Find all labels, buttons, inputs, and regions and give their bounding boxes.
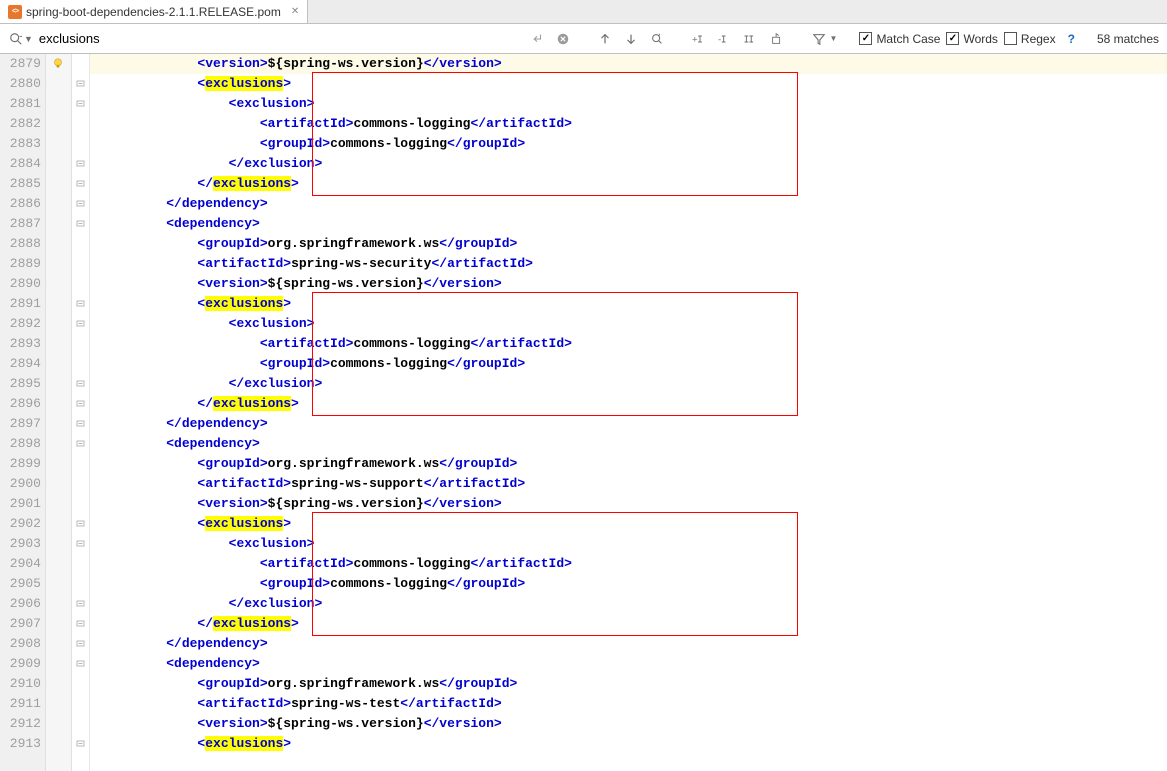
fold-handle-icon[interactable] <box>76 80 85 88</box>
code-line[interactable]: <artifactId>commons-logging</artifactId> <box>90 554 1167 574</box>
select-all-icon[interactable]: ⵊⵊ <box>741 29 761 49</box>
code-line[interactable]: </exclusion> <box>90 374 1167 394</box>
code-line[interactable]: <exclusion> <box>90 94 1167 114</box>
code-line[interactable]: <artifactId>spring-ws-test</artifactId> <box>90 694 1167 714</box>
regex-checkbox[interactable]: Regex <box>1004 32 1056 46</box>
fold-handle-icon[interactable] <box>76 640 85 648</box>
tab-title: spring-boot-dependencies-2.1.1.RELEASE.p… <box>26 5 281 19</box>
intention-bulb-icon[interactable] <box>46 54 71 74</box>
fold-handle-icon[interactable] <box>76 180 85 188</box>
fold-handle-icon[interactable] <box>76 600 85 608</box>
code-line[interactable]: <exclusions> <box>90 514 1167 534</box>
code-line[interactable]: </exclusions> <box>90 174 1167 194</box>
code-line[interactable]: </exclusion> <box>90 594 1167 614</box>
code-line[interactable]: <groupId>org.springframework.ws</groupId… <box>90 234 1167 254</box>
search-dropdown-icon[interactable]: ▼ <box>24 34 33 44</box>
fold-handle-icon[interactable] <box>76 420 85 428</box>
newline-icon[interactable] <box>527 29 547 49</box>
fold-handle-icon[interactable] <box>76 300 85 308</box>
code-line[interactable]: <version>${spring-ws.version}</version> <box>90 54 1167 74</box>
code-line[interactable]: <version>${spring-ws.version}</version> <box>90 494 1167 514</box>
code-line[interactable]: </exclusions> <box>90 614 1167 634</box>
code-line[interactable]: <exclusions> <box>90 294 1167 314</box>
words-checkbox[interactable]: Words <box>946 32 997 46</box>
code-line[interactable]: <version>${spring-ws.version}</version> <box>90 714 1167 734</box>
help-icon[interactable]: ? <box>1068 32 1075 46</box>
code-line[interactable]: <dependency> <box>90 654 1167 674</box>
code-line[interactable]: </dependency> <box>90 194 1167 214</box>
find-bar: ▼ +ⵊ -ⵊ ⵊⵊ ▼ Match Case Words Regex ? 58… <box>0 24 1167 54</box>
code-line[interactable]: <dependency> <box>90 434 1167 454</box>
fold-handle-icon[interactable] <box>76 540 85 548</box>
editor-tab[interactable]: spring-boot-dependencies-2.1.1.RELEASE.p… <box>0 0 308 23</box>
fold-handle-icon[interactable] <box>76 100 85 108</box>
code-line[interactable]: <groupId>commons-logging</groupId> <box>90 134 1167 154</box>
code-line[interactable]: </dependency> <box>90 634 1167 654</box>
fold-handle-icon[interactable] <box>76 620 85 628</box>
fold-handle-icon[interactable] <box>76 200 85 208</box>
fold-handle-icon[interactable] <box>76 400 85 408</box>
code-area[interactable]: <version>${spring-ws.version}</version> … <box>90 54 1167 771</box>
fold-handle-icon[interactable] <box>76 380 85 388</box>
code-line[interactable]: <groupId>org.springframework.ws</groupId… <box>90 674 1167 694</box>
close-icon[interactable]: ✕ <box>291 6 299 17</box>
remove-selection-icon[interactable]: -ⵊ <box>715 29 735 49</box>
fold-handle-icon[interactable] <box>76 520 85 528</box>
code-line[interactable]: <groupId>commons-logging</groupId> <box>90 574 1167 594</box>
pom-file-icon <box>8 5 22 19</box>
match-case-checkbox[interactable]: Match Case <box>859 32 940 46</box>
code-line[interactable]: </dependency> <box>90 414 1167 434</box>
fold-handle-icon[interactable] <box>76 660 85 668</box>
clear-icon[interactable] <box>553 29 573 49</box>
fold-handle-icon[interactable] <box>76 740 85 748</box>
match-count: 58 matches <box>1097 32 1159 46</box>
code-line[interactable]: <artifactId>commons-logging</artifactId> <box>90 114 1167 134</box>
search-help-icon[interactable] <box>647 29 667 49</box>
code-line[interactable]: <artifactId>commons-logging</artifactId> <box>90 334 1167 354</box>
export-icon[interactable] <box>767 29 787 49</box>
code-line[interactable]: <exclusions> <box>90 734 1167 754</box>
code-line[interactable]: <exclusion> <box>90 314 1167 334</box>
search-icon[interactable] <box>8 31 24 47</box>
code-line[interactable]: <artifactId>spring-ws-support</artifactI… <box>90 474 1167 494</box>
code-line[interactable]: <artifactId>spring-ws-security</artifact… <box>90 254 1167 274</box>
fold-handle-icon[interactable] <box>76 320 85 328</box>
tab-bar: spring-boot-dependencies-2.1.1.RELEASE.p… <box>0 0 1167 24</box>
editor: 2879288028812882288328842885288628872888… <box>0 54 1167 771</box>
line-number-gutter: 2879288028812882288328842885288628872888… <box>0 54 46 771</box>
svg-text:+ⵊ: +ⵊ <box>692 34 703 45</box>
add-selection-icon[interactable]: +ⵊ <box>689 29 709 49</box>
fold-gutter <box>72 54 90 771</box>
code-line[interactable]: <groupId>commons-logging</groupId> <box>90 354 1167 374</box>
fold-handle-icon[interactable] <box>76 220 85 228</box>
marker-gutter <box>46 54 72 771</box>
fold-handle-icon[interactable] <box>76 160 85 168</box>
code-line[interactable]: </exclusions> <box>90 394 1167 414</box>
code-line[interactable]: <version>${spring-ws.version}</version> <box>90 274 1167 294</box>
filter-icon[interactable] <box>809 29 829 49</box>
code-line[interactable]: <exclusion> <box>90 534 1167 554</box>
code-line[interactable]: <groupId>org.springframework.ws</groupId… <box>90 454 1167 474</box>
svg-text:-ⵊ: -ⵊ <box>718 34 726 45</box>
prev-match-icon[interactable] <box>595 29 615 49</box>
code-line[interactable]: </exclusion> <box>90 154 1167 174</box>
code-line[interactable]: <exclusions> <box>90 74 1167 94</box>
filter-dropdown-icon[interactable]: ▼ <box>830 34 838 43</box>
search-input[interactable] <box>39 31 269 46</box>
code-line[interactable]: <dependency> <box>90 214 1167 234</box>
next-match-icon[interactable] <box>621 29 641 49</box>
fold-handle-icon[interactable] <box>76 440 85 448</box>
svg-text:ⵊⵊ: ⵊⵊ <box>744 34 754 45</box>
